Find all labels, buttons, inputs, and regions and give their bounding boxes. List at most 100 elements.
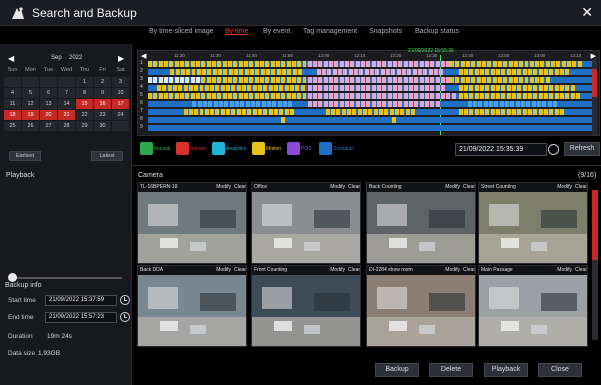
calendar-day[interactable]: 29 xyxy=(76,121,93,131)
datetime-clock-icon[interactable] xyxy=(548,144,559,155)
start-time-field[interactable]: 21/09/2022 15:37:59 xyxy=(45,295,117,306)
camera-clear-link[interactable]: Clear xyxy=(575,184,587,190)
camera-clear-link[interactable]: Clear xyxy=(348,267,360,273)
camera-scroll-thumb[interactable] xyxy=(592,190,598,260)
refresh-button[interactable]: Refresh xyxy=(564,142,600,156)
backup-button[interactable]: Backup xyxy=(375,363,419,377)
camera-modify-link[interactable]: Modify xyxy=(557,267,572,273)
camera-modify-link[interactable]: Modify xyxy=(445,184,460,190)
calendar-day[interactable]: 7 xyxy=(58,88,75,98)
calendar-day[interactable]: 26 xyxy=(22,121,39,131)
camera-tile[interactable]: TL-16BPERN-18 Modify Clear xyxy=(137,182,247,264)
calendar-day[interactable]: 2 xyxy=(94,77,111,87)
camera-modify-link[interactable]: Modify xyxy=(557,184,572,190)
calendar-day[interactable]: 12 xyxy=(22,99,39,109)
playback-button[interactable]: Playback xyxy=(484,363,528,377)
camera-tile[interactable]: Front Counting Modify Clear xyxy=(251,265,361,347)
calendar-weekday: Fri xyxy=(99,67,106,73)
calendar-day[interactable]: 21 xyxy=(58,110,75,120)
timeline-segment xyxy=(496,69,501,75)
calendar-day[interactable]: 6 xyxy=(40,88,57,98)
calendar-day[interactable]: 28 xyxy=(58,121,75,131)
timeline-channel-row[interactable]: 4 xyxy=(140,84,592,91)
camera-modify-link[interactable]: Modify xyxy=(330,184,345,190)
timeline-segment xyxy=(148,77,152,83)
calendar-day[interactable]: 24 xyxy=(112,110,129,120)
camera-tile[interactable]: Back DDA Modify Clear xyxy=(137,265,247,347)
timeline-segment xyxy=(549,109,554,115)
timeline-channel-row[interactable]: 2 xyxy=(140,68,592,75)
timeline-scroll-thumb[interactable] xyxy=(592,69,597,97)
timeline-channel-row[interactable]: 5 xyxy=(140,92,592,99)
playback-slider-track[interactable] xyxy=(12,277,122,279)
timeline-channel-row[interactable]: 8 xyxy=(140,116,592,123)
calendar-day[interactable]: 10 xyxy=(112,88,129,98)
timeline-segment xyxy=(373,109,378,115)
calendar-day[interactable]: 13 xyxy=(40,99,57,109)
calendar-day[interactable]: 20 xyxy=(40,110,57,120)
calendar-prev-arrow-icon[interactable]: ◀ xyxy=(8,54,14,63)
tab-backup-status[interactable]: Backup status xyxy=(415,28,459,35)
camera-modify-link[interactable]: Modify xyxy=(445,267,460,273)
camera-modify-link[interactable]: Modify xyxy=(216,267,231,273)
timeline-channel-row[interactable]: 3 xyxy=(140,76,592,83)
calendar-day[interactable]: 3 xyxy=(112,77,129,87)
camera-tile[interactable]: Back Counting Modify Clear xyxy=(366,182,476,264)
tab-snapshots[interactable]: Snapshots xyxy=(369,28,402,35)
camera-clear-link[interactable]: Clear xyxy=(463,184,475,190)
camera-tile[interactable]: Office Modify Clear xyxy=(251,182,361,264)
calendar-day[interactable]: 8 xyxy=(76,88,93,98)
earliest-button[interactable]: Earliest xyxy=(9,151,41,161)
calendar-next-arrow-icon[interactable]: ▶ xyxy=(118,54,124,63)
close-icon[interactable]: ✕ xyxy=(581,4,593,21)
calendar-day[interactable]: 19 xyxy=(22,110,39,120)
tab-by-event[interactable]: By event xyxy=(263,28,290,35)
timeline-channel-row[interactable]: 1 xyxy=(140,60,592,67)
end-clock-icon[interactable] xyxy=(120,312,130,322)
datetime-field[interactable]: 21/09/2022 15:35:39 xyxy=(455,143,547,156)
tab-by-time-sliced-image[interactable]: By time-sliced image xyxy=(149,28,214,35)
camera-tile-header: Back Counting Modify Clear xyxy=(367,183,475,192)
calendar-day[interactable]: 11 xyxy=(4,99,21,109)
end-time-field[interactable]: 21/09/2022 15:57:23 xyxy=(45,312,117,323)
timeline-segment xyxy=(398,93,403,99)
timeline-channel-row[interactable]: 7 xyxy=(140,108,592,115)
camera-tile[interactable]: Street Counting Modify Clear xyxy=(478,182,588,264)
calendar-day[interactable]: 30 xyxy=(94,121,111,131)
calendar-day[interactable]: 15 xyxy=(76,99,93,109)
timeline-segment xyxy=(218,69,223,75)
calendar-day[interactable]: 4 xyxy=(4,88,21,98)
calendar-day[interactable]: 22 xyxy=(76,110,93,120)
camera-clear-link[interactable]: Clear xyxy=(348,184,360,190)
recording-timeline[interactable]: ◀ ▶ 11:20 11:30 11:40 11:50 12:00 12:10 12:20 1… xyxy=(137,48,600,136)
calendar-day[interactable]: 14 xyxy=(58,99,75,109)
calendar-day[interactable]: 16 xyxy=(94,99,111,109)
calendar-day[interactable]: 25 xyxy=(4,121,21,131)
camera-modify-link[interactable]: Modify xyxy=(216,184,231,190)
camera-clear-link[interactable]: Clear xyxy=(575,267,587,273)
camera-tile[interactable]: Main Passage Modify Clear xyxy=(478,265,588,347)
delete-button[interactable]: Delete xyxy=(429,363,473,377)
tab-by-time[interactable]: By time xyxy=(225,28,248,35)
playback-slider-knob[interactable] xyxy=(8,273,17,282)
timeline-channel-row[interactable]: 6 xyxy=(140,100,592,107)
camera-modify-link[interactable]: Modify xyxy=(330,267,345,273)
calendar-day[interactable]: 5 xyxy=(22,88,39,98)
calendar-day[interactable]: 23 xyxy=(94,110,111,120)
calendar-day[interactable]: 18 xyxy=(4,110,21,120)
calendar-day[interactable]: 27 xyxy=(40,121,57,131)
timeline-segment xyxy=(490,85,495,91)
timeline-segment xyxy=(540,77,545,83)
tab-tag-management[interactable]: Tag management xyxy=(303,28,357,35)
latest-button[interactable]: Latest xyxy=(91,151,123,161)
calendar-day[interactable]: 1 xyxy=(76,77,93,87)
start-clock-icon[interactable] xyxy=(120,295,130,305)
camera-clear-link[interactable]: Clear xyxy=(463,267,475,273)
camera-tile[interactable]: DI-3284 show room Modify Clear xyxy=(366,265,476,347)
calendar-day[interactable]: 17 xyxy=(112,99,129,109)
camera-clear-link[interactable]: Clear xyxy=(234,267,246,273)
calendar-day[interactable]: 9 xyxy=(94,88,111,98)
close-button[interactable]: Close xyxy=(538,363,582,377)
camera-clear-link[interactable]: Clear xyxy=(234,184,246,190)
timeline-channel-row[interactable]: 9 xyxy=(140,124,592,131)
